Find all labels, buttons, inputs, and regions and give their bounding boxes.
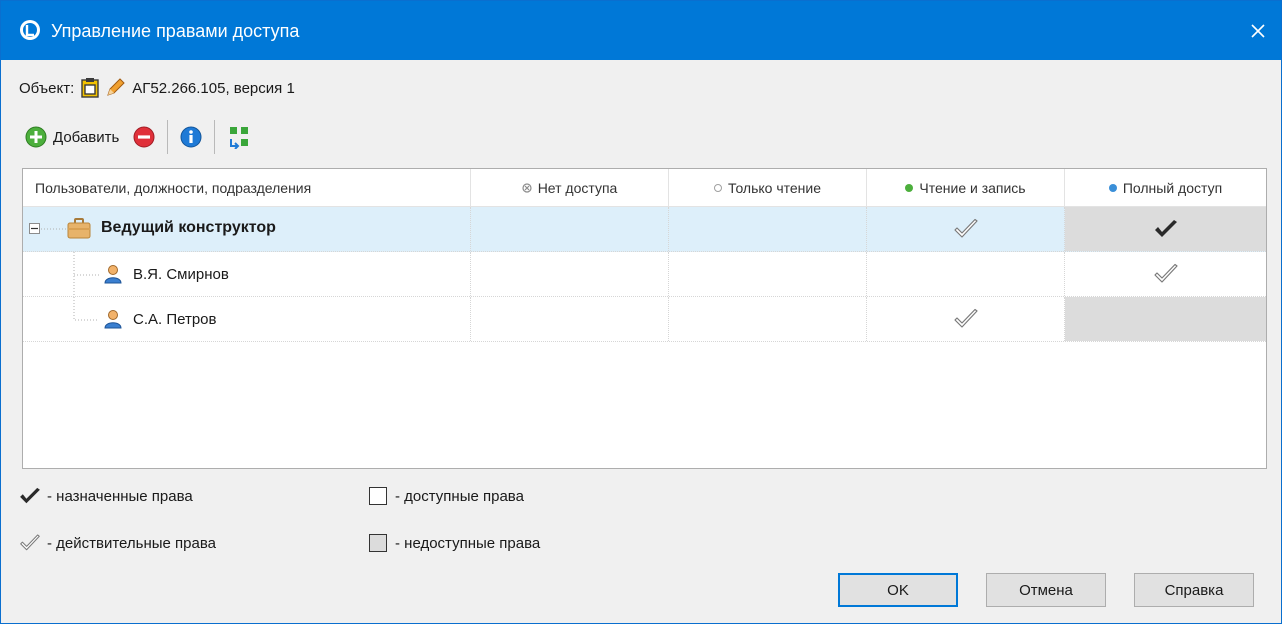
full-access-dot-icon (1108, 184, 1117, 192)
user-icon (104, 265, 122, 284)
dialog-title: Управление правами доступа (51, 21, 300, 41)
cancel-button[interactable]: Отмена (986, 573, 1106, 607)
effective-check-icon (953, 308, 978, 328)
no-access-icon (522, 183, 532, 193)
group-label: Ведущий конструктор (67, 217, 276, 239)
table-row[interactable]: С.А. Петров (23, 297, 1266, 342)
row-name: В.Я. Смирнов (133, 265, 229, 283)
remove-icon (133, 126, 155, 148)
cell-no-access[interactable] (471, 297, 669, 341)
permissions-grid: Пользователи, должности, подразделения Н… (22, 168, 1267, 469)
close-button[interactable] (1235, 1, 1281, 60)
cell-read-only[interactable] (669, 207, 867, 251)
tree-line (73, 297, 99, 321)
available-box-icon (369, 487, 387, 505)
app-logo-icon (20, 20, 40, 40)
cell-full-access[interactable] (1065, 297, 1266, 341)
add-button-label: Добавить (53, 128, 120, 146)
cell-no-access[interactable] (471, 207, 669, 251)
remove-button[interactable] (129, 122, 159, 152)
collapse-toggle[interactable] (29, 223, 40, 234)
read-only-dot-icon (713, 184, 722, 192)
row-name-cell: В.Я. Смирнов (23, 252, 471, 297)
info-icon (180, 126, 202, 148)
assigned-check-icon (20, 487, 40, 504)
cell-read-write[interactable] (867, 207, 1065, 251)
legend-unavailable: - недоступные права (367, 533, 540, 553)
effective-check-icon (1153, 263, 1178, 283)
legend-unavailable-label: - недоступные права (395, 534, 541, 552)
tree-line (73, 252, 99, 297)
cell-read-only[interactable] (669, 297, 867, 341)
effective-check-icon (20, 534, 40, 551)
object-value: АГ52.266.105, версия 1 (132, 79, 295, 97)
cell-full-access[interactable] (1065, 207, 1266, 251)
structure-button[interactable] (223, 122, 255, 152)
row-name: Ведущий конструктор (101, 219, 276, 236)
row-name-cell: Ведущий конструктор (23, 207, 471, 251)
assigned-check-icon (1154, 220, 1177, 237)
unavailable-box-icon (369, 534, 387, 552)
user-icon (104, 310, 122, 329)
user-label: В.Я. Смирнов (103, 264, 229, 284)
column-header-no-access[interactable]: Нет доступа (471, 169, 669, 207)
row-name: С.А. Петров (133, 310, 217, 328)
legend-assigned-label: - назначенные права (47, 487, 193, 505)
legend-assigned: - назначенные права (19, 486, 193, 506)
ok-button[interactable]: OK (838, 573, 958, 607)
cell-no-access[interactable] (471, 252, 669, 296)
add-icon (25, 126, 47, 148)
cell-read-write[interactable] (867, 252, 1065, 296)
column-header-read-only[interactable]: Только чтение (669, 169, 867, 207)
add-button[interactable]: Добавить (21, 122, 123, 152)
cell-read-only[interactable] (669, 252, 867, 296)
title-bar: Управление правами доступа (1, 1, 1281, 60)
structure-icon (230, 127, 249, 149)
object-label: Объект: (19, 79, 75, 97)
toolbar-separator (214, 120, 216, 154)
pencil-icon (107, 78, 125, 96)
cell-full-access[interactable] (1065, 252, 1266, 296)
effective-check-icon (953, 218, 978, 238)
table-row[interactable]: Ведущий конструктор (23, 207, 1266, 252)
minus-icon (31, 227, 38, 230)
legend-effective-label: - действительные права (47, 534, 216, 552)
grid-header: Пользователи, должности, подразделения Н… (23, 169, 1266, 207)
briefcase-icon (67, 218, 91, 239)
legend-available: - доступные права (367, 486, 524, 506)
legend-effective: - действительные права (19, 533, 216, 553)
document-icon (81, 78, 99, 98)
row-name-cell: С.А. Петров (23, 297, 471, 341)
object-line: Объект: АГ52.266.105, версия 1 (19, 73, 295, 103)
info-button[interactable] (176, 122, 206, 152)
column-header-read-write[interactable]: Чтение и запись (867, 169, 1065, 207)
cell-read-write[interactable] (867, 297, 1065, 341)
toolbar-separator (167, 120, 169, 154)
help-button[interactable]: Справка (1134, 573, 1254, 607)
legend-available-label: - доступные права (395, 487, 524, 505)
tree-line (41, 228, 67, 230)
column-header-users[interactable]: Пользователи, должности, подразделения (23, 169, 471, 207)
table-row[interactable]: В.Я. Смирнов (23, 252, 1266, 297)
user-label: С.А. Петров (103, 309, 217, 329)
column-header-full-access[interactable]: Полный доступ (1065, 169, 1266, 207)
toolbar: Добавить (21, 119, 255, 155)
read-write-dot-icon (905, 184, 914, 192)
close-icon (1251, 23, 1265, 38)
access-rights-dialog: Управление правами доступа Объект: АГ52.… (0, 0, 1282, 624)
